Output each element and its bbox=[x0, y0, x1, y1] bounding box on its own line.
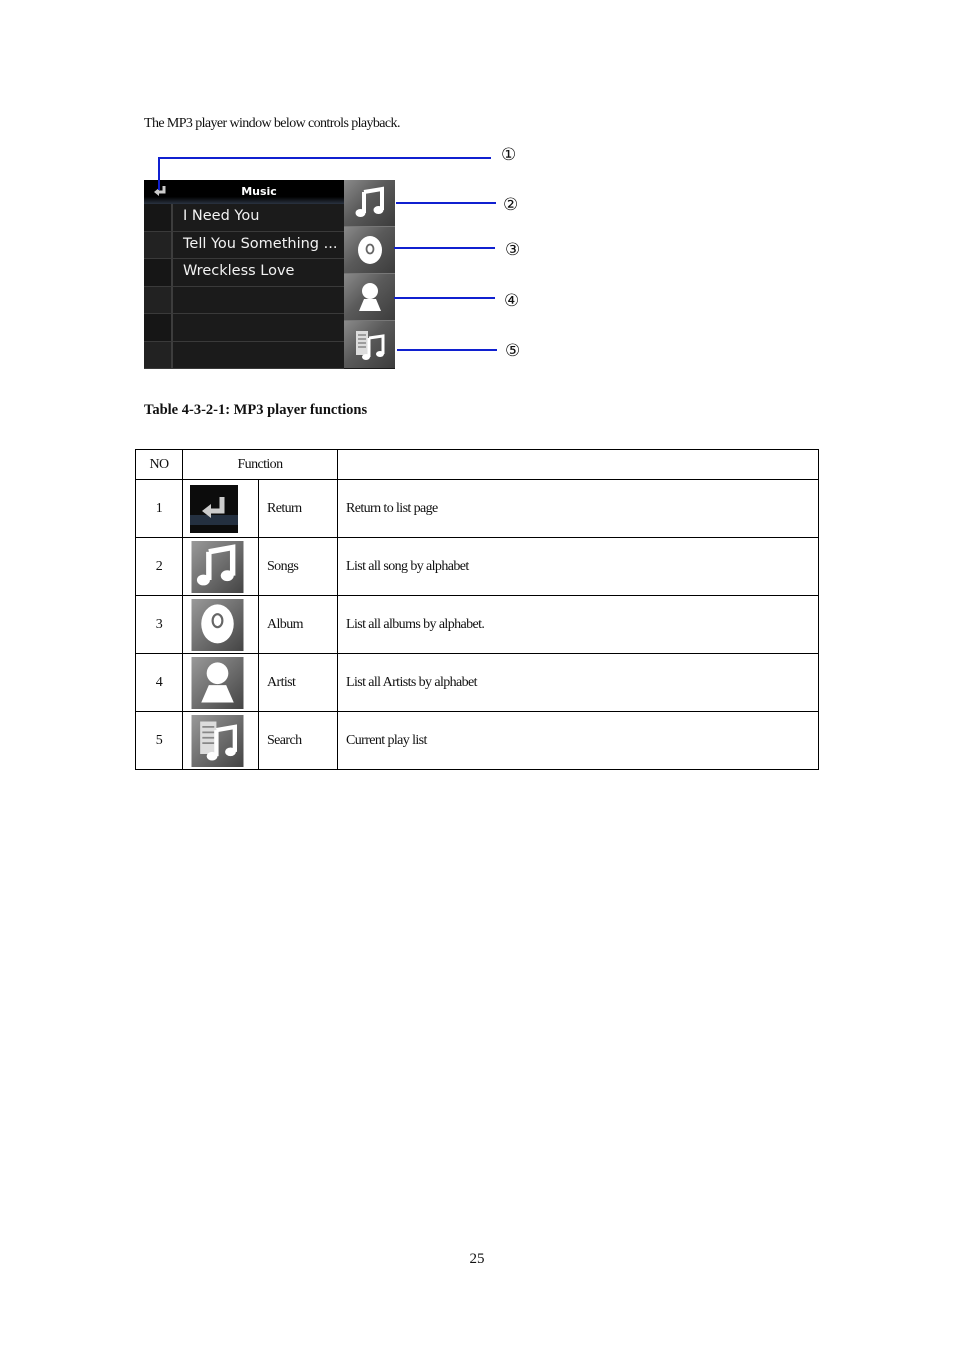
callout-number-4: ④ bbox=[504, 291, 520, 311]
callout-number-2: ② bbox=[503, 195, 519, 215]
song-name: Wreckless Love bbox=[183, 263, 295, 279]
callout-number-5: ⑤ bbox=[505, 341, 521, 361]
song-list: I Need You Tell You Something ... Wreckl… bbox=[144, 204, 344, 369]
row-description: List all Artists by alphabet bbox=[337, 653, 819, 712]
page-number: 25 bbox=[469, 1251, 485, 1267]
album-button[interactable] bbox=[344, 227, 395, 274]
artist-person-icon bbox=[358, 283, 381, 311]
music-note-icon bbox=[191, 540, 244, 593]
row-description: List all song by alphabet bbox=[337, 537, 819, 596]
table-row: 3 Album List all albums by alphabet. bbox=[135, 595, 819, 654]
row-label: Return bbox=[258, 479, 338, 538]
row-label: Search bbox=[258, 711, 338, 770]
song-row[interactable]: Wreckless Love bbox=[144, 259, 344, 287]
row-description: Current play list bbox=[337, 711, 819, 770]
row-no: 4 bbox=[135, 653, 183, 712]
song-row[interactable] bbox=[144, 286, 344, 314]
album-disc-icon bbox=[357, 236, 382, 264]
artist-button[interactable] bbox=[344, 274, 395, 321]
mp3-player-window: Music I Need You Tell You Something ... … bbox=[144, 180, 395, 369]
callout-line-3 bbox=[394, 247, 495, 249]
songs-button[interactable] bbox=[344, 180, 395, 227]
row-description: List all albums by alphabet. bbox=[337, 595, 819, 654]
song-name: Tell You Something ... bbox=[183, 235, 338, 252]
side-toolbar bbox=[344, 180, 395, 369]
header-description bbox=[337, 449, 819, 480]
song-row[interactable]: I Need You bbox=[144, 204, 344, 232]
song-row[interactable] bbox=[144, 314, 344, 342]
callout-line-2 bbox=[396, 202, 496, 204]
intro-text: The MP3 player window below controls pla… bbox=[144, 116, 400, 131]
playlist-icon bbox=[355, 330, 384, 360]
header-function: Function bbox=[182, 449, 338, 480]
row-label: Songs bbox=[258, 537, 338, 596]
table-caption: Table 4-3-2-1: MP3 player functions bbox=[144, 402, 368, 418]
table-row: 1 Return Return to list page bbox=[135, 479, 819, 538]
row-description: Return to list page bbox=[337, 479, 819, 538]
table-row: 5 Search Current play list bbox=[135, 711, 819, 770]
callout-line-5 bbox=[397, 349, 497, 351]
artist-person-icon bbox=[191, 656, 244, 709]
table-row: 2 Songs List all song by alphabet bbox=[135, 537, 819, 596]
row-no: 2 bbox=[135, 537, 183, 596]
player-header: Music bbox=[144, 180, 344, 204]
callout-number-3: ③ bbox=[505, 240, 521, 260]
music-note-icon bbox=[355, 186, 384, 217]
table-header-row: NO Function bbox=[135, 449, 819, 480]
player-title: Music bbox=[241, 185, 277, 198]
song-name: I Need You bbox=[183, 208, 260, 224]
callout-line-4 bbox=[394, 297, 495, 299]
song-row[interactable]: Tell You Something ... bbox=[144, 231, 344, 259]
playlist-button[interactable] bbox=[344, 321, 395, 368]
callout-number-1: ① bbox=[501, 145, 517, 165]
song-row[interactable] bbox=[144, 341, 344, 369]
return-arrow-icon bbox=[190, 484, 238, 533]
callout-line-1 bbox=[158, 157, 491, 159]
functions-table: NO Function 1 Return Return to list page… bbox=[135, 449, 819, 770]
row-label: Album bbox=[258, 595, 338, 654]
playlist-icon bbox=[191, 714, 244, 767]
row-no: 1 bbox=[135, 479, 183, 538]
album-disc-icon bbox=[191, 598, 244, 651]
row-no: 5 bbox=[135, 711, 183, 770]
header-no: NO bbox=[135, 449, 183, 480]
row-no: 3 bbox=[135, 595, 183, 654]
table-row: 4 Artist List all Artists by alphabet bbox=[135, 653, 819, 712]
callout-line-1-vertical bbox=[158, 158, 160, 190]
row-label: Artist bbox=[258, 653, 338, 712]
